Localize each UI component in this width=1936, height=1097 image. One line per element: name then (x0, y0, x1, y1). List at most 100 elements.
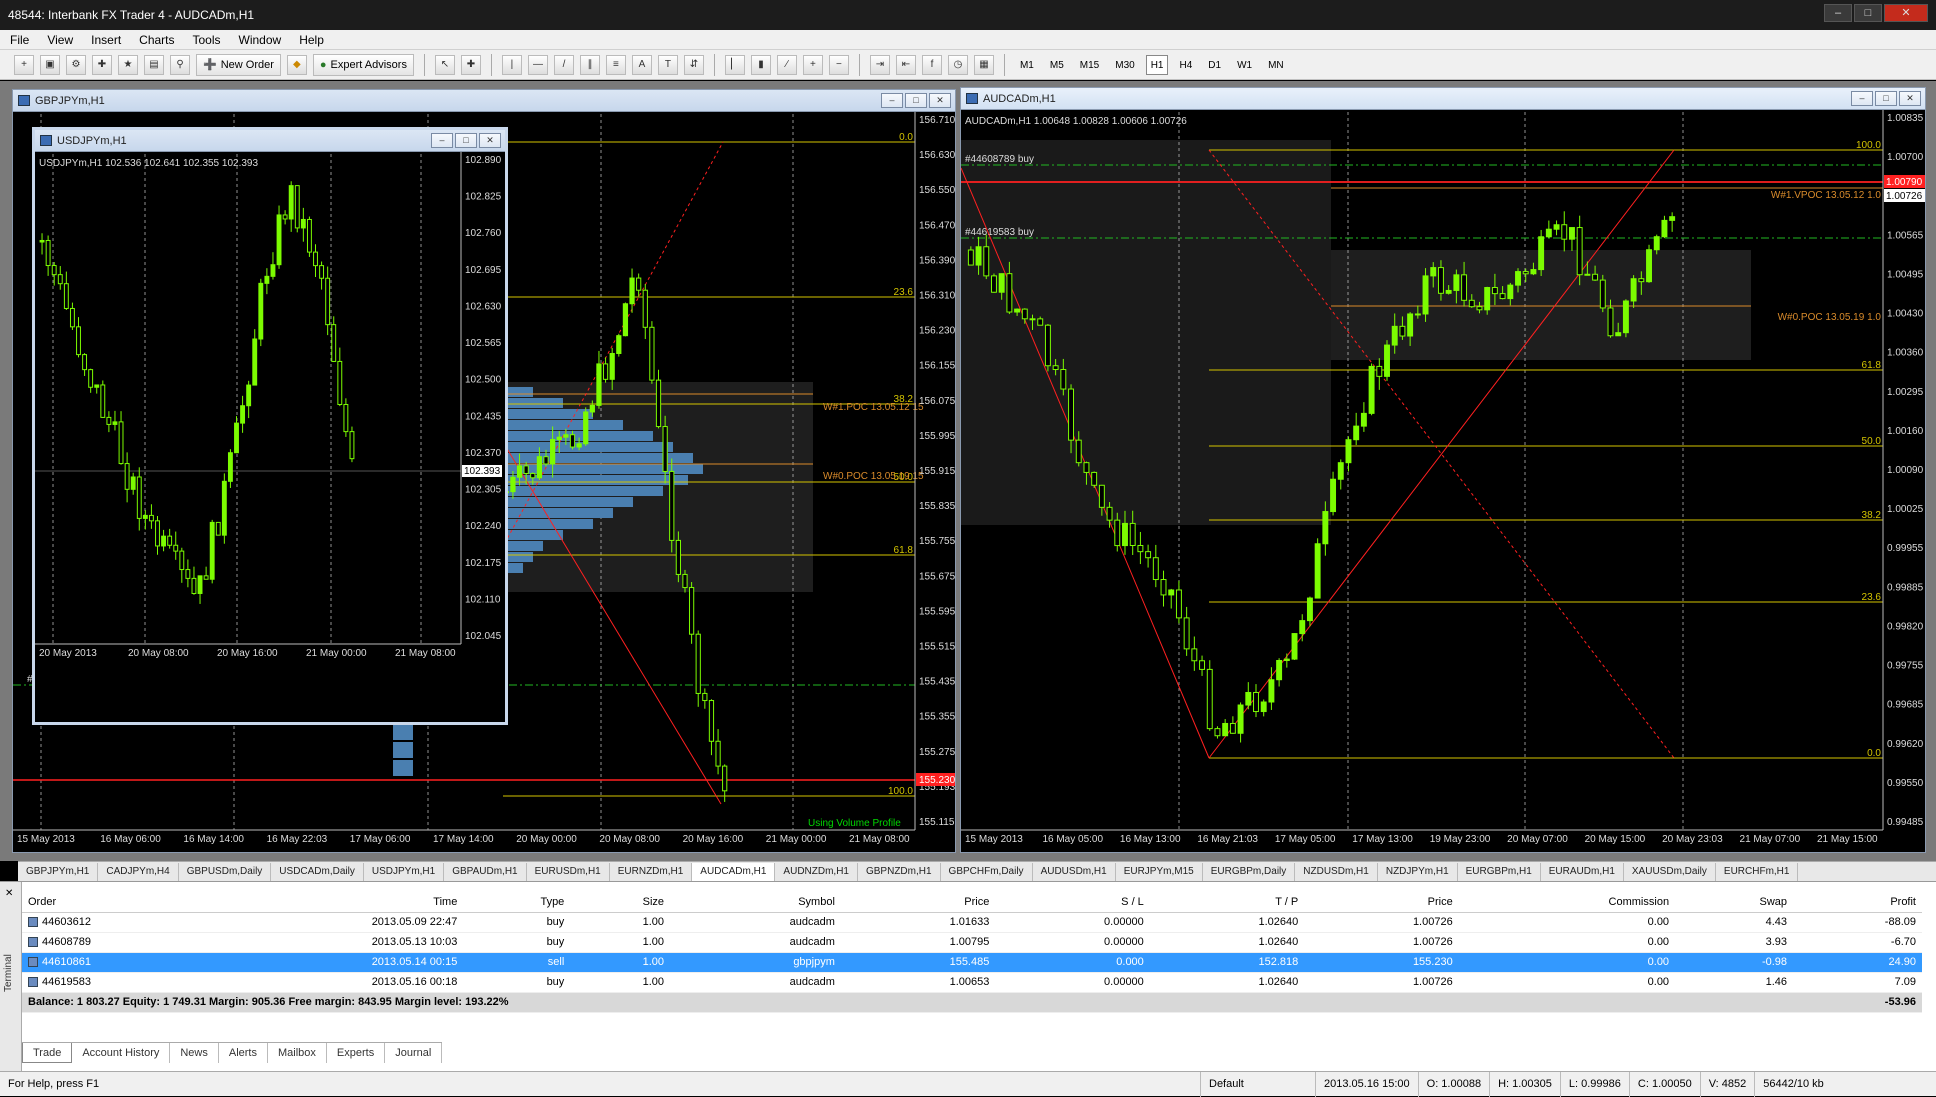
terminal-tab[interactable]: Trade (22, 1043, 73, 1063)
chart-tab[interactable]: EURGBPm,H1 (1458, 862, 1541, 881)
usdjpy-chart-canvas[interactable]: USDJPYm,H1 102.536 102.641 102.355 102.3… (35, 152, 505, 722)
text-label-icon[interactable]: T (657, 54, 678, 75)
chart-tab[interactable]: EURJPYm,M15 (1116, 862, 1203, 881)
terminal-tab[interactable]: Account History (72, 1043, 171, 1063)
minimize-icon[interactable]: – (1824, 4, 1852, 22)
expert-advisors-button[interactable]: ● Expert Advisors (312, 53, 414, 76)
chart-window-audcad[interactable]: AUDCADm,H1 – □ ✕ 100.0 61.8 50.0 38.2 23.6 0.… (960, 87, 1926, 853)
terminal-side-handle[interactable]: ✕ Terminal (0, 882, 22, 1072)
column-header[interactable]: T / P (1149, 892, 1305, 913)
order-row[interactable]: 44610861 2013.05.14 00:15 sell 1.00 gbpjpym 1… (22, 952, 1922, 973)
column-header[interactable]: Swap (1675, 892, 1794, 913)
chart-tab[interactable]: AUDUSDm,H1 (1033, 862, 1116, 881)
zoom-in-icon[interactable]: + (802, 54, 823, 75)
line-chart-icon[interactable]: ∕ (776, 54, 797, 75)
chart-shift-icon[interactable]: ⇤ (895, 54, 916, 75)
column-header[interactable]: Size (570, 892, 671, 913)
chart-tab[interactable]: EURNZDm,H1 (610, 862, 693, 881)
auto-scroll-icon[interactable]: ⇥ (869, 54, 890, 75)
restore-icon[interactable]: □ (455, 133, 477, 148)
tf-m5[interactable]: M5 (1045, 55, 1069, 75)
tf-m1[interactable]: M1 (1015, 55, 1039, 75)
close-icon[interactable]: ✕ (929, 93, 951, 108)
maximize-icon[interactable]: □ (1854, 4, 1882, 22)
restore-icon[interactable]: □ (905, 93, 927, 108)
strategy-tester-icon[interactable]: ⚲ (170, 54, 190, 75)
column-header[interactable]: Profit (1793, 892, 1922, 913)
column-header[interactable]: Type (463, 892, 571, 913)
menu-help[interactable]: Help (299, 33, 324, 47)
chart-tab[interactable]: GBPCHFm,Daily (941, 862, 1033, 881)
minimize-icon[interactable]: – (881, 93, 903, 108)
chart-window-usdjpy[interactable]: USDJPYm,H1 – □ ✕ USDJPYm,H1 102.536 102.… (32, 127, 508, 725)
profiles-icon[interactable]: ▣ (40, 54, 60, 75)
data-window-icon[interactable]: ✚ (92, 54, 112, 75)
bar-chart-icon[interactable]: ▏ (724, 54, 745, 75)
menu-window[interactable]: Window (239, 33, 282, 47)
navigator-icon[interactable]: ★ (118, 54, 138, 75)
crosshair-icon[interactable]: ✚ (460, 54, 481, 75)
column-header[interactable]: Time (172, 892, 464, 913)
chart-tab[interactable]: USDJPYm,H1 (364, 862, 445, 881)
column-header[interactable]: Symbol (670, 892, 841, 913)
terminal-icon[interactable]: ▤ (144, 54, 164, 75)
restore-icon[interactable]: □ (1875, 91, 1897, 106)
zoom-out-icon[interactable]: − (828, 54, 849, 75)
chart-window-titlebar[interactable]: USDJPYm,H1 – □ ✕ (35, 130, 505, 152)
close-icon[interactable]: ✕ (5, 888, 13, 899)
minimize-icon[interactable]: – (1851, 91, 1873, 106)
terminal-tab[interactable]: Experts (327, 1043, 386, 1063)
market-watch-icon[interactable]: ⚙ (66, 54, 86, 75)
chart-tab[interactable]: GBPJPYm,H1 (18, 862, 99, 881)
chart-tab[interactable]: EURCHFm,H1 (1716, 862, 1799, 881)
chart-tab[interactable]: EURGBPm,Daily (1203, 862, 1296, 881)
chart-tab[interactable]: GBPUSDm,Daily (179, 862, 272, 881)
new-chart-icon[interactable]: + (14, 54, 34, 75)
chart-tab[interactable]: EURAUDm,H1 (1541, 862, 1624, 881)
candlesticks-icon[interactable]: ▮ (750, 54, 771, 75)
equidistant-channel-icon[interactable]: ∥ (579, 54, 600, 75)
chart-tab[interactable]: EURUSDm,H1 (527, 862, 610, 881)
column-header[interactable]: Price (1304, 892, 1459, 913)
menu-tools[interactable]: Tools (193, 33, 221, 47)
arrows-icon[interactable]: ⇵ (683, 54, 704, 75)
column-header[interactable]: Order (22, 892, 172, 913)
chart-tab[interactable]: USDCADm,Daily (271, 862, 364, 881)
tf-m15[interactable]: M15 (1075, 55, 1104, 75)
menu-charts[interactable]: Charts (139, 33, 174, 47)
new-order-button[interactable]: ➕ New Order (196, 53, 281, 76)
text-icon[interactable]: A (631, 54, 652, 75)
chart-tab[interactable]: NZDUSDm,H1 (1295, 862, 1378, 881)
tf-m30[interactable]: M30 (1110, 55, 1139, 75)
tf-mn[interactable]: MN (1263, 55, 1289, 75)
column-header[interactable]: Commission (1458, 892, 1676, 913)
chart-tab[interactable]: AUDCADm,H1 (692, 862, 776, 881)
column-header[interactable]: Price (840, 892, 996, 913)
periods-icon[interactable]: ◷ (947, 54, 968, 75)
order-row[interactable]: 44619583 2013.05.16 00:18 buy 1.00 audcadm 1.… (22, 972, 1922, 993)
terminal-tab[interactable]: Mailbox (268, 1043, 327, 1063)
chart-tab[interactable]: XAUUSDm,Daily (1624, 862, 1716, 881)
menu-file[interactable]: File (10, 33, 29, 47)
tf-h4[interactable]: H4 (1174, 55, 1197, 75)
indicators-icon[interactable]: f (921, 54, 942, 75)
terminal-tab[interactable]: Alerts (219, 1043, 268, 1063)
tf-h1[interactable]: H1 (1145, 54, 1169, 75)
trendline-icon[interactable]: / (553, 54, 574, 75)
terminal-tab[interactable]: Journal (385, 1043, 443, 1063)
chart-tab[interactable]: NZDJPYm,H1 (1378, 862, 1458, 881)
templates-icon[interactable]: ▦ (973, 54, 994, 75)
horizontal-line-icon[interactable]: — (527, 54, 548, 75)
minimize-icon[interactable]: – (431, 133, 453, 148)
fibonacci-icon[interactable]: ≡ (605, 54, 626, 75)
chart-tab[interactable]: GBPAUDm,H1 (444, 862, 527, 881)
close-icon[interactable]: ✕ (1884, 4, 1928, 22)
close-icon[interactable]: ✕ (1899, 91, 1921, 106)
menu-insert[interactable]: Insert (91, 33, 121, 47)
menu-view[interactable]: View (47, 33, 73, 47)
order-row[interactable]: 44608789 2013.05.13 10:03 buy 1.00 audcadm 1.… (22, 932, 1922, 953)
chart-window-titlebar[interactable]: AUDCADm,H1 – □ ✕ (961, 88, 1925, 110)
chart-tab[interactable]: AUDNZDm,H1 (775, 862, 858, 881)
cursor-icon[interactable]: ↖ (434, 54, 455, 75)
column-header[interactable]: S / L (995, 892, 1150, 913)
